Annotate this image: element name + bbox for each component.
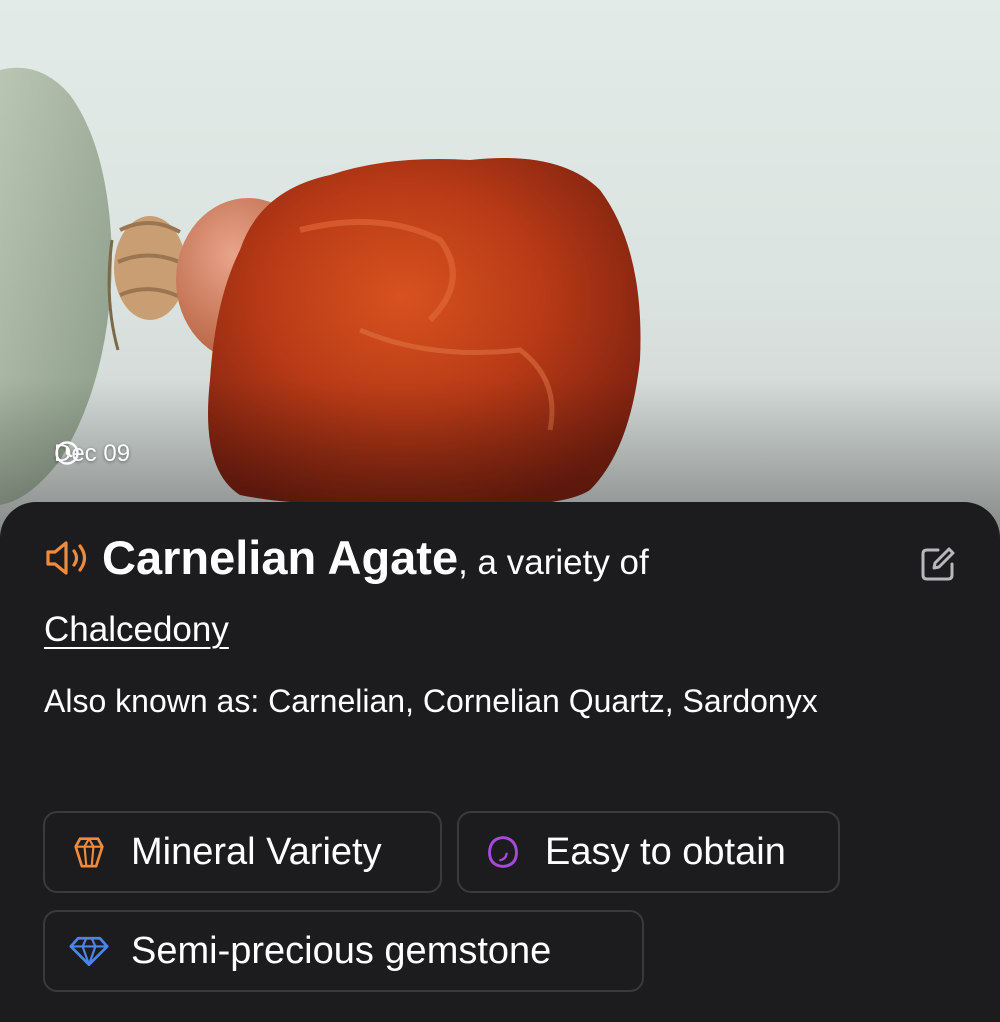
pebble-icon [488,836,518,868]
speaker-icon[interactable] [44,538,94,578]
tag-mineral-variety[interactable]: Mineral Variety [43,811,442,893]
carnelian-bead-photo [0,0,1000,540]
edit-icon[interactable] [918,544,958,584]
crystal-icon [74,837,104,868]
capture-date: Dec 09 [54,440,130,468]
gem-name: Carnelian Agate [102,531,459,584]
tag-label: Easy to obtain [545,830,786,873]
gem-title: Carnelian Agate, a variety of Chalcedony [44,530,904,665]
clock-icon [55,441,79,465]
gemstone-photo[interactable]: Dec 09 [0,0,1000,540]
tag-label: Mineral Variety [131,830,382,873]
also-known-as: Also known as: Carnelian, Cornelian Quar… [44,683,818,719]
tag-semi-precious-gemstone[interactable]: Semi-precious gemstone [43,910,644,992]
variety-of-text: , a variety of [458,543,649,582]
tag-label: Semi-precious gemstone [131,929,552,972]
diamond-icon [69,936,109,966]
parent-mineral-link[interactable]: Chalcedony [44,602,229,658]
tag-easy-to-obtain[interactable]: Easy to obtain [457,811,840,893]
